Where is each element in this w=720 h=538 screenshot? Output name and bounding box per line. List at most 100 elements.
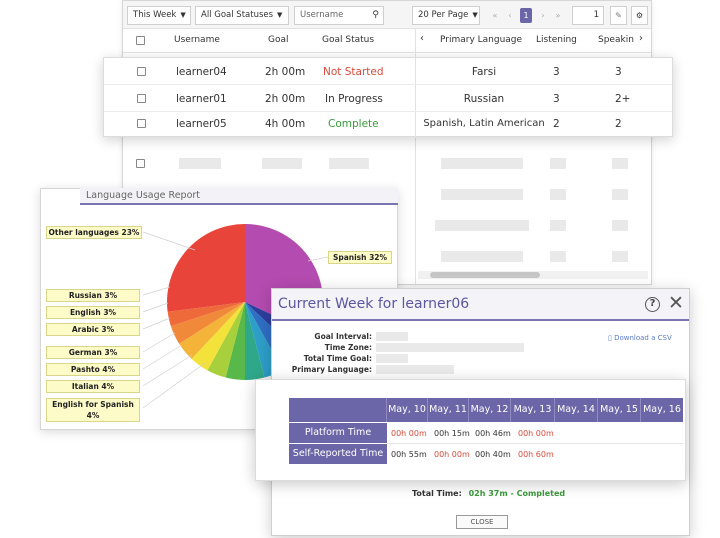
leader-line [142,302,169,313]
day-header: May, 11 [428,398,469,422]
next-page-button[interactable]: › [537,8,549,23]
placeholder-cell [550,158,566,169]
label-english-for-spanish: English for Spanish 4% [46,398,140,422]
day-header: May, 13 [511,398,555,422]
primary-language-label: Primary Language: [291,365,372,374]
platform-time-label: Platform Time [289,423,387,443]
select-all-checkbox[interactable] [136,36,145,45]
header-speaking[interactable]: Speakin [598,35,634,45]
week-time-card: May, 10 May, 11 May, 12 May, 13 May, 14 … [255,379,686,481]
self-reported-value: 00h 40m [475,450,511,459]
per-page-select[interactable]: 20 Per Page ▼ [412,6,480,25]
close-button[interactable]: CLOSE [456,515,508,529]
leader-line [142,317,171,330]
placeholder-cell [550,220,566,231]
period-select[interactable]: This Week ▼ [127,6,191,25]
header-primary-language[interactable]: Primary Language [440,35,522,45]
placeholder-cell [441,158,523,169]
prev-page-button[interactable]: ‹ [504,8,516,23]
goal-status-select[interactable]: All Goal Statuses ▼ [195,6,289,25]
modal-title: Current Week for learner06 [278,296,470,312]
header-goal[interactable]: Goal [268,35,289,45]
platform-time-value: 00h 46m [475,429,511,438]
download-csv-link[interactable]: ▯ Download a CSV [608,334,672,342]
cell-username[interactable]: learner04 [176,66,227,78]
close-icon[interactable]: ✕ [668,293,684,313]
current-page-indicator[interactable]: 1 [520,8,532,23]
pin-icon[interactable]: ✎ [610,6,627,25]
table-row[interactable]: learner01 2h 00m In Progress Russian 3 2… [104,86,672,112]
label-other-languages: Other languages 23% [46,226,142,239]
placeholder-cell [550,251,566,262]
row-divider [387,443,683,444]
self-reported-value: 00h 60m [518,450,554,459]
horizontal-scrollbar[interactable] [418,271,648,279]
label-spanish: Spanish 32% [328,251,392,264]
scroll-left-icon[interactable]: ‹ [420,33,424,44]
username-placeholder: Username [300,10,344,20]
placeholder-cell [329,158,369,169]
cell-username[interactable]: learner05 [176,118,227,130]
self-reported-value: 00h 55m [391,450,427,459]
header-username[interactable]: Username [174,35,220,45]
label-english-for-spanish-line1: English for Spanish [52,400,134,409]
leader-line [142,354,193,387]
cell-primary-language: Russian [463,93,505,105]
day-header: May, 12 [469,398,511,422]
period-select-value: This Week [133,10,177,20]
day-header: May, 14 [555,398,598,422]
row-checkbox[interactable] [137,119,146,128]
username-search-input[interactable]: Username ⚲ [294,6,384,25]
cell-listening: 2 [553,118,560,130]
page-number-input[interactable]: 1 [572,6,604,25]
label-arabic: Arabic 3% [46,323,140,336]
last-page-button[interactable]: » [552,8,564,23]
placeholder-cell [612,189,628,200]
cell-goal-status: In Progress [325,93,383,105]
row-checkbox[interactable] [137,94,146,103]
header-listening[interactable]: Listening [536,35,577,45]
table-header-row: Username Goal Goal Status ‹ Primary Lang… [123,29,651,53]
label-pashto: Pashto 4% [46,363,140,376]
help-icon[interactable]: ? [645,297,660,312]
self-reported-time-label: Self-Reported Time [289,444,387,464]
table-row[interactable]: learner05 4h 00m Complete Spanish, Latin… [104,111,672,137]
scroll-right-icon[interactable]: › [639,33,643,44]
header-goal-status[interactable]: Goal Status [322,35,374,45]
platform-time-value: 00h 00m [391,429,427,438]
leader-line [142,286,171,296]
cell-goal: 2h 00m [265,66,306,78]
leader-line [142,332,176,353]
label-english: English 3% [46,306,140,319]
chevron-down-icon: ▼ [180,11,186,19]
leader-line [142,231,196,251]
placeholder-cell [179,158,221,169]
table-row[interactable]: learner04 2h 00m Not Started Farsi 3 3 [104,59,672,85]
label-italian: Italian 4% [46,380,140,393]
first-page-button[interactable]: « [489,8,501,23]
goal-interval-value [376,332,408,341]
row-checkbox[interactable] [136,159,145,168]
scrollbar-thumb[interactable] [430,272,540,278]
leader-line [307,256,329,262]
time-zone-value [376,343,524,352]
total-time-goal-label: Total Time Goal: [303,354,372,363]
cell-primary-language: Farsi [471,66,497,78]
cell-goal-status: Complete [328,118,379,130]
placeholder-cell [612,220,628,231]
label-english-for-spanish-line2: 4% [86,411,100,420]
platform-time-value: 00h 00m [518,429,554,438]
gear-icon[interactable]: ⚙ [631,6,648,25]
cell-goal-status: Not Started [323,66,384,78]
cell-username[interactable]: learner01 [176,93,227,105]
pie-slice [167,224,245,312]
cell-goal: 4h 00m [265,118,306,130]
label-german: German 3% [46,346,140,359]
placeholder-cell [441,189,523,200]
learner-rows-card: learner04 2h 00m Not Started Farsi 3 3 l… [103,57,673,138]
download-csv-label: Download a CSV [614,334,672,342]
cell-speaking: 2+ [615,93,631,105]
per-page-value: 20 Per Page [418,10,469,20]
row-checkbox[interactable] [137,67,146,76]
cell-speaking: 3 [615,66,622,78]
